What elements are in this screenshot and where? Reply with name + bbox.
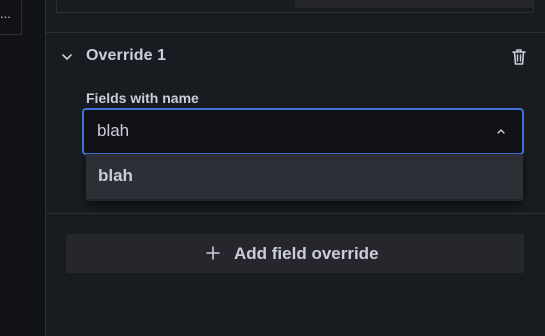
add-field-override-label: Add field override: [234, 244, 379, 263]
truncated-item-text: ...: [0, 6, 11, 21]
previous-option-box: [56, 0, 534, 13]
field-name-select[interactable]: blah: [83, 109, 523, 154]
previous-option-inner: [295, 0, 533, 8]
plus-icon: [206, 246, 220, 260]
override-header[interactable]: Override 1: [46, 43, 545, 71]
truncated-item[interactable]: ...: [0, 0, 22, 35]
override-section: Override 1 Fields with name blah blah: [46, 32, 545, 214]
options-editor: Override 1 Fields with name blah blah Ad…: [46, 0, 545, 336]
dropdown-option[interactable]: blah: [86, 154, 523, 199]
add-field-override-button[interactable]: Add field override: [66, 234, 524, 273]
trash-icon[interactable]: [510, 47, 528, 67]
chevron-down-icon[interactable]: [60, 50, 74, 64]
dropdown-option-label: blah: [98, 166, 133, 185]
left-panel: ...: [0, 0, 46, 336]
select-value: blah: [97, 121, 130, 140]
select-dropdown-menu: blah: [86, 154, 523, 201]
chevron-up-icon[interactable]: [495, 125, 507, 137]
matcher-label: Fields with name: [86, 90, 199, 106]
override-title: Override 1: [86, 47, 167, 64]
